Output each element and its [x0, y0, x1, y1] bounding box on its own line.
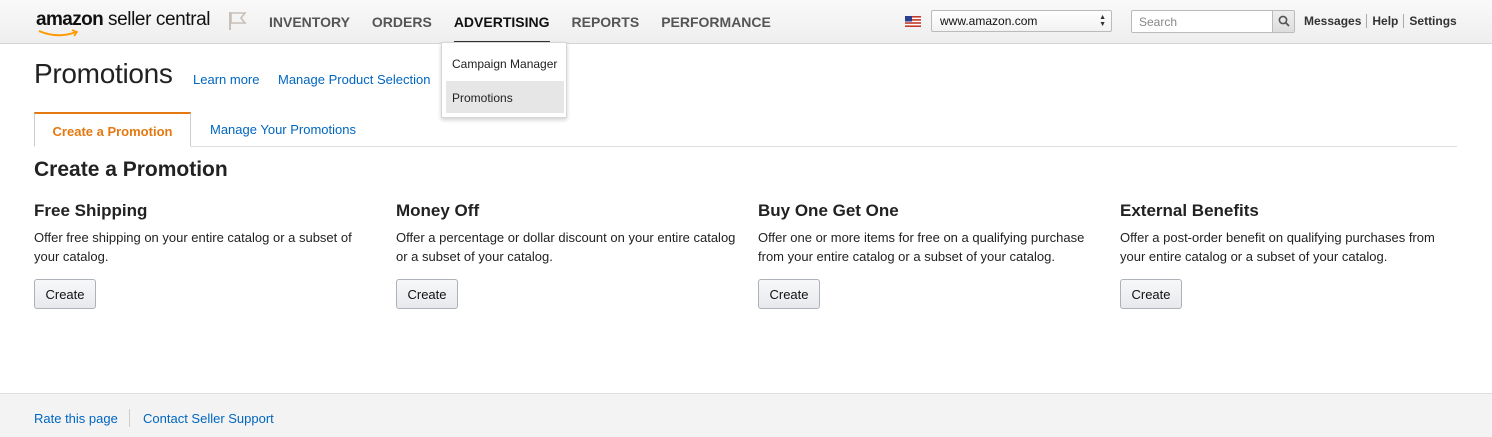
card-title: Money Off: [396, 201, 480, 220]
promotion-card-buy-one-get-one: Buy One Get One Offer one or more items …: [758, 201, 1098, 309]
search-input[interactable]: [1132, 11, 1273, 32]
create-buy-one-get-one-button[interactable]: Create: [758, 279, 820, 309]
card-title: Free Shipping: [34, 201, 148, 220]
contact-seller-support-link[interactable]: Contact Seller Support: [143, 411, 274, 426]
nav-advertising[interactable]: ADVERTISING: [453, 0, 550, 44]
marketplace-select[interactable]: www.amazon.com ▲ ▼: [931, 10, 1112, 32]
us-flag-icon: [905, 16, 921, 27]
menu-item-campaign-manager[interactable]: Campaign Manager: [446, 47, 564, 79]
card-title: Buy One Get One: [758, 201, 899, 220]
marketplace-value: www.amazon.com: [940, 14, 1038, 28]
tab-create-a-promotion[interactable]: Create a Promotion: [34, 112, 191, 147]
card-description: Offer one or more items for free on a qu…: [758, 230, 1085, 264]
card-description: Offer a percentage or dollar discount on…: [396, 230, 736, 264]
settings-link[interactable]: Settings: [1409, 14, 1456, 28]
create-external-benefits-button[interactable]: Create: [1120, 279, 1182, 309]
search-button[interactable]: [1272, 11, 1294, 32]
card-description: Offer a post-order benefit on qualifying…: [1120, 230, 1435, 264]
search-box: [1131, 10, 1295, 33]
top-navigation-bar: amazon seller central INVENTORY ORDERS A…: [0, 0, 1492, 44]
select-arrows-icon: ▲ ▼: [1099, 14, 1106, 28]
nav-reports[interactable]: REPORTS: [572, 0, 640, 44]
search-icon: [1278, 15, 1290, 27]
advertising-dropdown-menu: Campaign Manager Promotions: [441, 42, 567, 118]
messages-link[interactable]: Messages: [1304, 14, 1361, 28]
manage-product-selection-link[interactable]: Manage Product Selection: [278, 72, 430, 87]
tab-manage-your-promotions[interactable]: Manage Your Promotions: [210, 112, 356, 147]
menu-item-promotions[interactable]: Promotions: [446, 81, 564, 113]
nav-performance[interactable]: PERFORMANCE: [661, 0, 771, 44]
promotion-card-external-benefits: External Benefits Offer a post-order ben…: [1120, 201, 1460, 309]
card-description: Offer free shipping on your entire catal…: [34, 230, 352, 264]
rate-this-page-link[interactable]: Rate this page: [34, 411, 118, 426]
logo-text: amazon seller central: [36, 9, 211, 30]
learn-more-link[interactable]: Learn more: [193, 72, 259, 87]
promotion-card-money-off: Money Off Offer a percentage or dollar d…: [396, 201, 736, 309]
section-heading: Create a Promotion: [34, 158, 228, 181]
card-title: External Benefits: [1120, 201, 1259, 220]
divider: [1366, 14, 1368, 28]
footer: Rate this page Contact Seller Support: [0, 393, 1492, 437]
nav-orders[interactable]: ORDERS: [372, 0, 432, 44]
top-links: Messages Help Settings: [1304, 14, 1457, 28]
flag-icon[interactable]: [228, 11, 248, 31]
create-free-shipping-button[interactable]: Create: [34, 279, 96, 309]
amazon-seller-central-logo[interactable]: amazon seller central: [36, 9, 211, 37]
amazon-smile-icon: [38, 29, 79, 37]
divider: [1403, 14, 1405, 28]
help-link[interactable]: Help: [1372, 14, 1398, 28]
promotion-card-free-shipping: Free Shipping Offer free shipping on you…: [34, 201, 374, 309]
page-title: Promotions: [34, 58, 173, 89]
nav-inventory[interactable]: INVENTORY: [269, 0, 350, 44]
divider: [129, 409, 130, 427]
create-money-off-button[interactable]: Create: [396, 279, 458, 309]
main-nav: INVENTORY ORDERS ADVERTISING REPORTS PER…: [269, 0, 793, 44]
